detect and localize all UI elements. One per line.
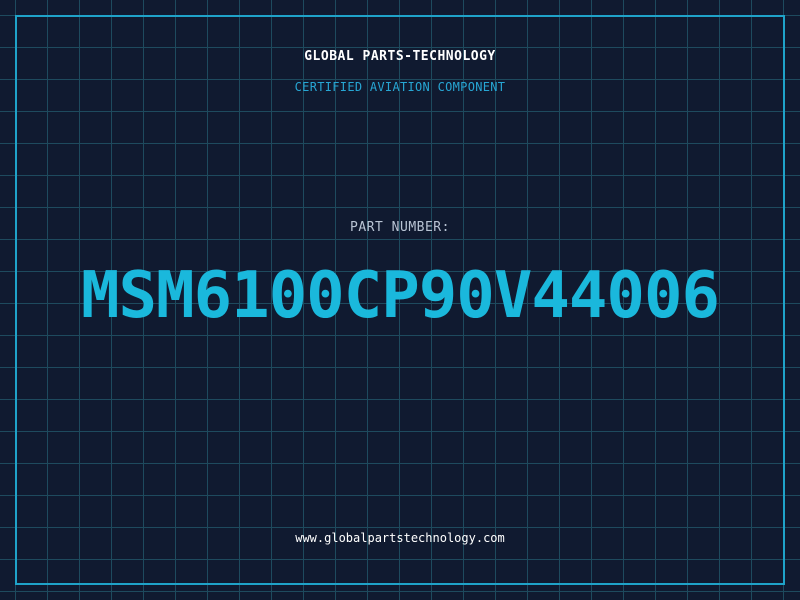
part-number-label: PART NUMBER: [350, 220, 450, 235]
brand-name: GLOBAL PARTS-TECHNOLOGY [304, 49, 496, 64]
website-url: www.globalpartstechnology.com [295, 531, 505, 545]
certification-tagline: CERTIFIED AVIATION COMPONENT [294, 80, 506, 94]
part-number-value: MSM6100CP90V44006 [80, 259, 720, 333]
part-card: GLOBAL PARTS-TECHNOLOGY CERTIFIED AVIATI… [0, 0, 800, 600]
